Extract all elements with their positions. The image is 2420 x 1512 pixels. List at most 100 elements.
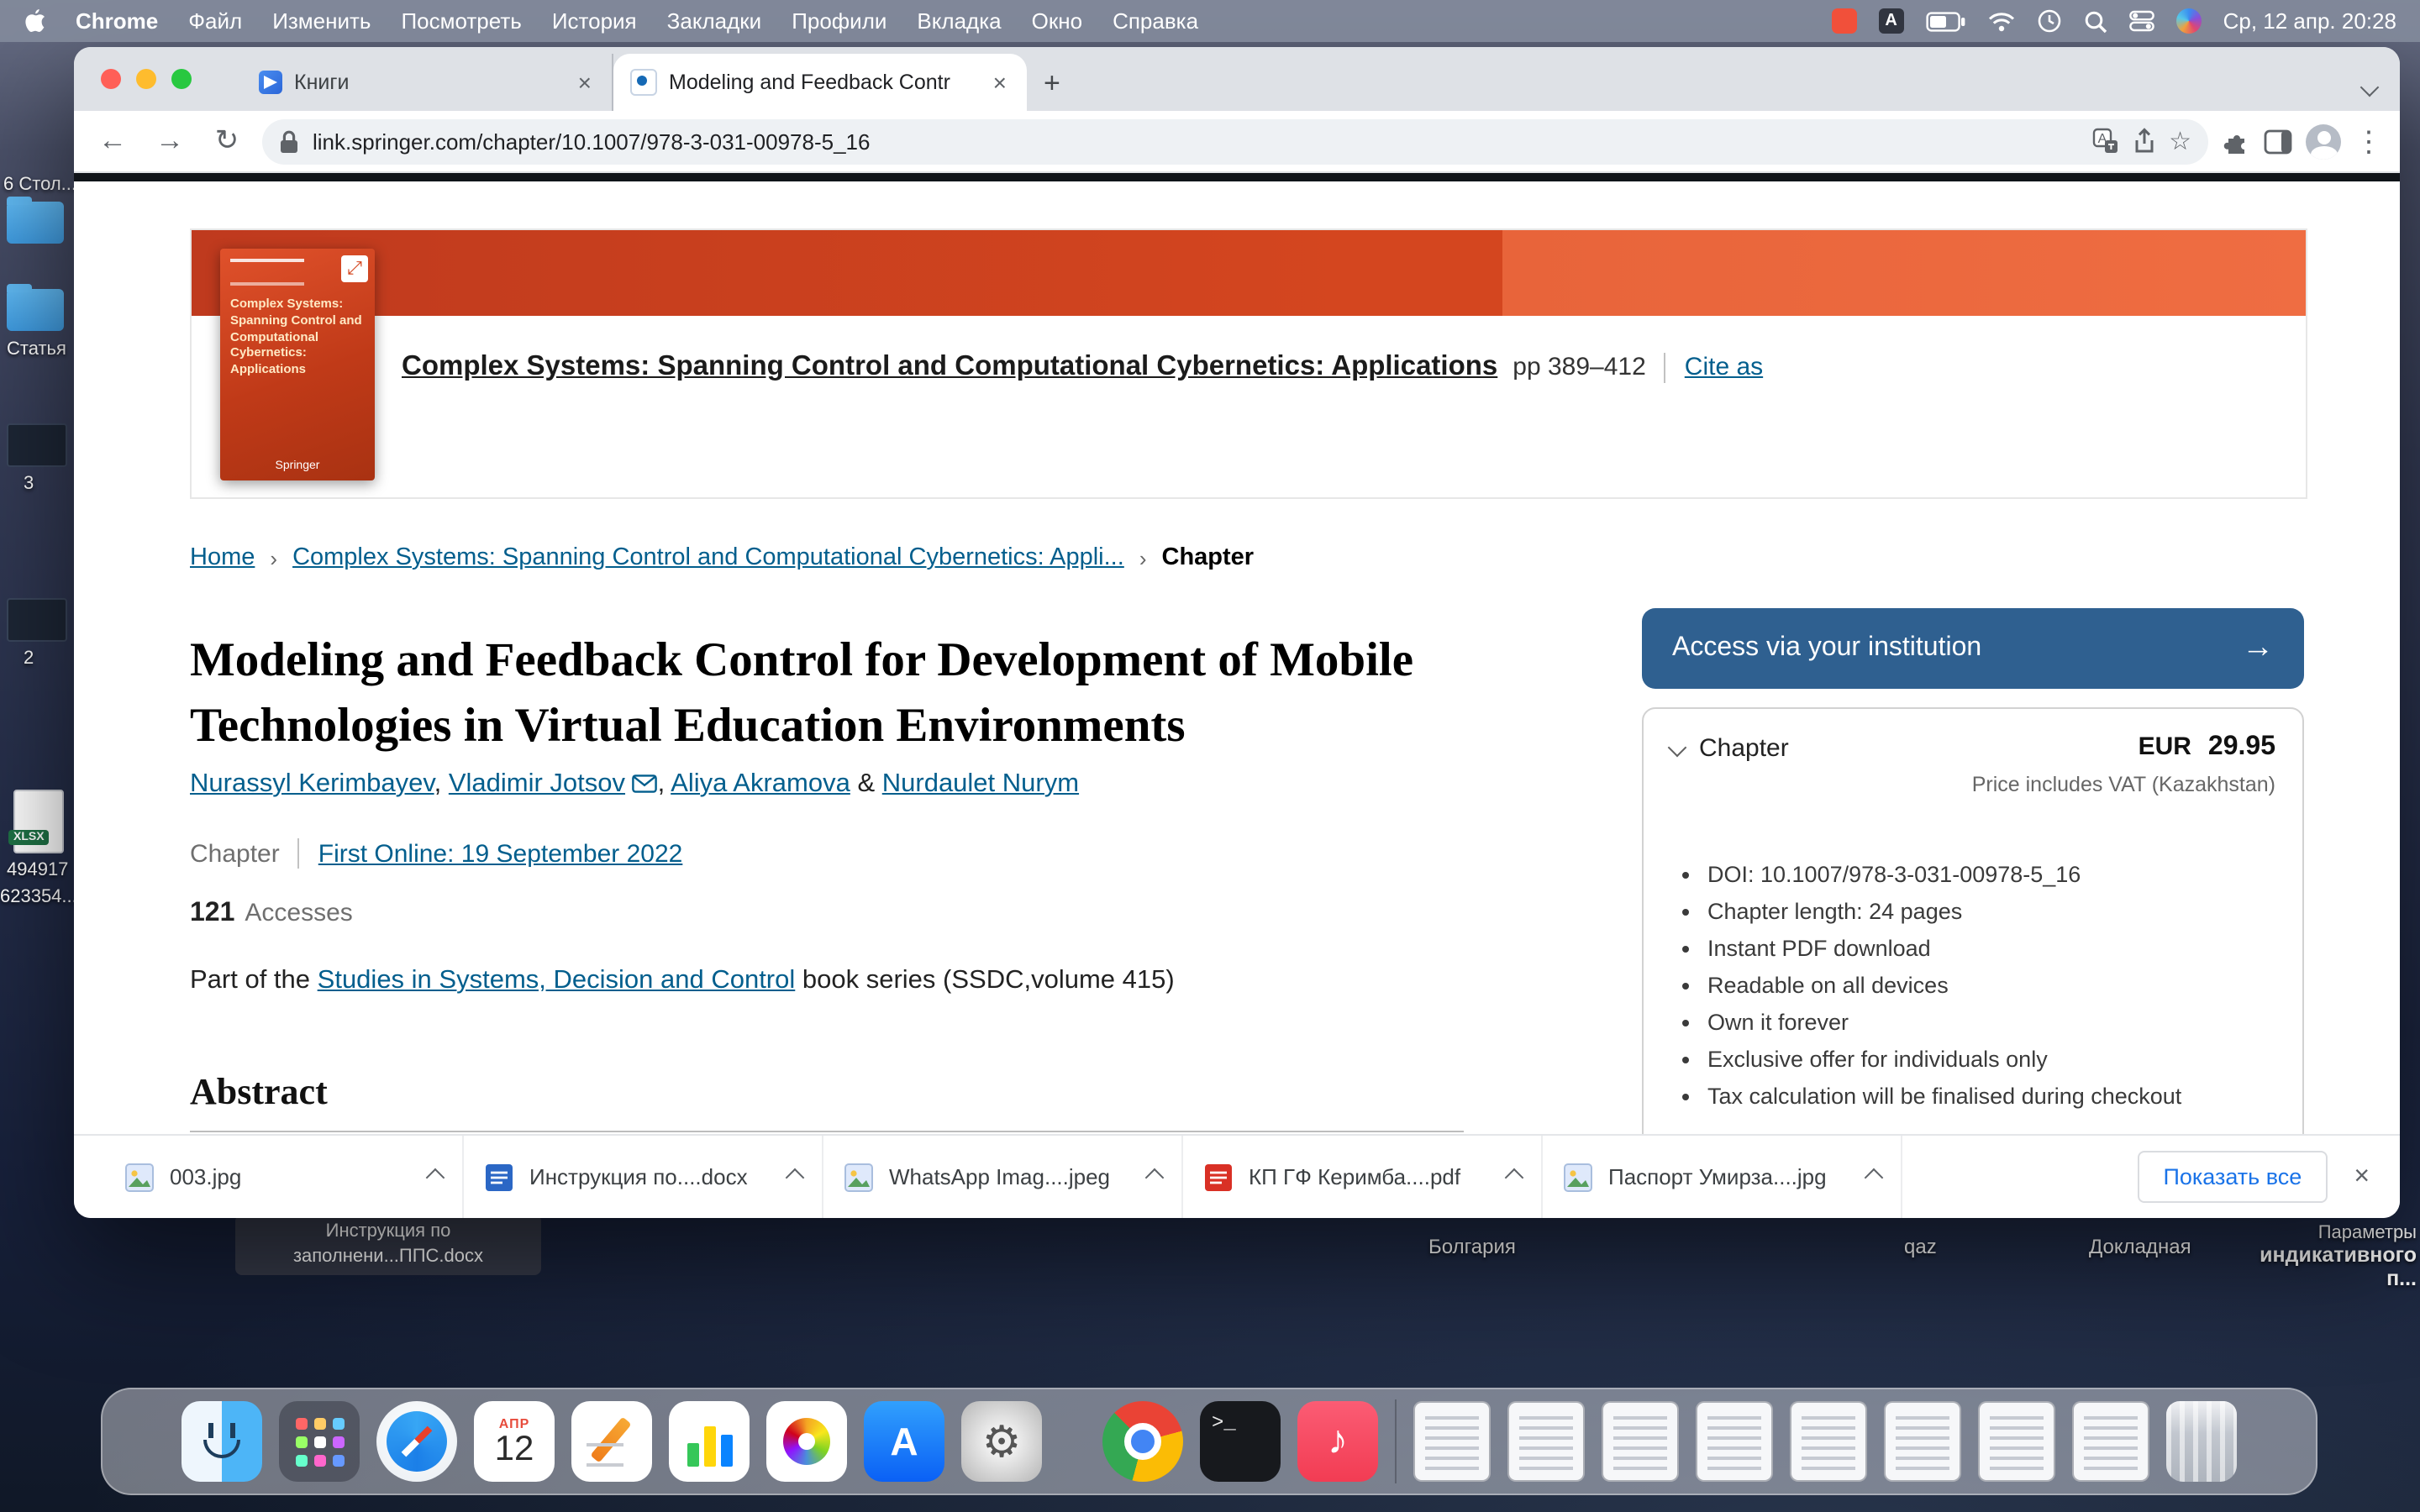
access-institution-button[interactable]: Access via your institution →: [1642, 608, 2304, 689]
book-title-link[interactable]: Complex Systems: Spanning Control and Co…: [402, 351, 1497, 383]
purchase-panel-header[interactable]: Chapter EUR29.95: [1670, 732, 2275, 763]
download-menu-chevron-icon[interactable]: [1865, 1168, 1884, 1187]
siri-icon[interactable]: [2176, 8, 2202, 34]
reload-button[interactable]: ↻: [205, 124, 249, 158]
time-machine-icon[interactable]: [2037, 8, 2062, 34]
first-online-link[interactable]: First Online: 19 September 2022: [318, 839, 683, 868]
desktop-file-label[interactable]: 494917: [7, 860, 68, 880]
terminal-dock-icon[interactable]: >_: [1200, 1401, 1281, 1482]
collapse-chevron-icon[interactable]: [1668, 738, 1687, 758]
download-menu-chevron-icon[interactable]: [1145, 1168, 1165, 1187]
folder-icon[interactable]: [7, 289, 64, 331]
menu-item-window[interactable]: Окно: [1032, 8, 1082, 34]
minimized-window-thumbnail[interactable]: [1507, 1401, 1585, 1482]
minimized-window-thumbnail[interactable]: [1790, 1401, 1867, 1482]
tab-books[interactable]: Книги ×: [242, 54, 613, 111]
finder-dock-icon[interactable]: [182, 1401, 262, 1482]
extensions-puzzle-icon[interactable]: [2222, 127, 2250, 155]
desktop-file-label[interactable]: Болгария: [1428, 1235, 1516, 1258]
control-center-icon[interactable]: [2129, 10, 2154, 32]
download-item[interactable]: WhatsApp Imag....jpeg: [823, 1136, 1183, 1218]
download-menu-chevron-icon[interactable]: [426, 1168, 445, 1187]
download-item[interactable]: Паспорт Умирза....jpg: [1543, 1136, 1902, 1218]
desktop-file-thumbnail[interactable]: [7, 598, 67, 642]
music-dock-icon[interactable]: ♪: [1297, 1401, 1378, 1482]
menu-app-name[interactable]: Chrome: [76, 8, 158, 34]
back-button[interactable]: ←: [91, 124, 134, 158]
spreadsheet-file-icon[interactable]: XLSX: [13, 790, 64, 853]
wifi-icon[interactable]: [1988, 11, 2015, 31]
desktop-file-label[interactable]: Инструкция по заполнени...ППС.docx: [235, 1215, 541, 1275]
new-tab-button[interactable]: +: [1044, 67, 1060, 101]
menu-clock[interactable]: Ср, 12 апр. 20:28: [2223, 8, 2396, 34]
menu-item-tab[interactable]: Вкладка: [917, 8, 1001, 34]
breadcrumb-home-link[interactable]: Home: [190, 544, 255, 571]
desktop-file-label[interactable]: 2: [24, 648, 34, 669]
lock-icon[interactable]: [279, 129, 299, 154]
share-icon[interactable]: [2132, 128, 2155, 155]
author-link[interactable]: Nurassyl Kerimbayev: [190, 769, 434, 798]
app-store-dock-icon[interactable]: A: [864, 1401, 944, 1482]
author-link[interactable]: Nurdaulet Nurym: [882, 769, 1079, 798]
minimized-window-thumbnail[interactable]: [1978, 1401, 2055, 1482]
browser-menu-icon[interactable]: ⋮: [2354, 127, 2383, 155]
bookmark-star-icon[interactable]: ☆: [2169, 129, 2191, 154]
pages-dock-icon[interactable]: [571, 1401, 652, 1482]
close-tab-icon[interactable]: ×: [990, 71, 1010, 94]
minimized-window-thumbnail[interactable]: [1413, 1401, 1491, 1482]
input-source-indicator[interactable]: A: [1879, 8, 1904, 34]
apple-logo-icon[interactable]: [24, 8, 45, 34]
close-downloads-bar-icon[interactable]: ×: [2354, 1162, 2370, 1192]
side-panel-icon[interactable]: [2264, 129, 2292, 154]
calendar-dock-icon[interactable]: АПР 12: [474, 1401, 555, 1482]
minimized-window-thumbnail[interactable]: [1884, 1401, 1961, 1482]
menu-item-profiles[interactable]: Профили: [792, 8, 886, 34]
desktop-file-label[interactable]: Статья: [7, 339, 66, 360]
series-link[interactable]: Studies in Systems, Decision and Control: [318, 966, 796, 995]
launchpad-dock-icon[interactable]: [279, 1401, 360, 1482]
translate-icon[interactable]: A: [2091, 128, 2118, 155]
forward-button[interactable]: →: [148, 124, 192, 158]
expand-cover-icon[interactable]: ⤢: [341, 255, 368, 282]
download-menu-chevron-icon[interactable]: [1505, 1168, 1524, 1187]
minimize-window-button[interactable]: [136, 69, 156, 89]
desktop-file-label[interactable]: Параметры индикативного п...: [2235, 1223, 2417, 1290]
cite-as-link[interactable]: Cite as: [1685, 353, 1763, 381]
email-icon[interactable]: [633, 774, 658, 793]
menu-item-help[interactable]: Справка: [1113, 8, 1198, 34]
book-cover[interactable]: Complex Systems: Spanning Control and Co…: [220, 249, 375, 480]
menu-item-view[interactable]: Посмотреть: [401, 8, 521, 34]
menu-item-edit[interactable]: Изменить: [272, 8, 371, 34]
download-item[interactable]: 003.jpg: [104, 1136, 464, 1218]
battery-icon[interactable]: [1926, 11, 1966, 31]
menu-item-bookmarks[interactable]: Закладки: [667, 8, 762, 34]
menu-item-file[interactable]: Файл: [188, 8, 242, 34]
minimized-window-thumbnail[interactable]: [2072, 1401, 2149, 1482]
settings-dock-icon[interactable]: ⚙: [961, 1401, 1042, 1482]
numbers-dock-icon[interactable]: [669, 1401, 750, 1482]
address-bar[interactable]: link.springer.com/chapter/10.1007/978-3-…: [262, 118, 2208, 164]
profile-avatar[interactable]: [2306, 123, 2341, 159]
safari-dock-icon[interactable]: [376, 1401, 457, 1482]
desktop-file-label[interactable]: Докладная: [2089, 1235, 2191, 1258]
download-item[interactable]: Инструкция по....docx: [464, 1136, 823, 1218]
desktop-file-label[interactable]: 6 Стол...: [3, 175, 76, 195]
photos-dock-icon[interactable]: [766, 1401, 847, 1482]
breadcrumb-book-link[interactable]: Complex Systems: Spanning Control and Co…: [292, 544, 1124, 571]
author-link[interactable]: Aliya Akramova: [671, 769, 850, 798]
minimized-window-thumbnail[interactable]: [1602, 1401, 1679, 1482]
tab-list-chevron-icon[interactable]: [2363, 72, 2376, 102]
minimized-window-thumbnail[interactable]: [1696, 1401, 1773, 1482]
desktop-file-label[interactable]: 3: [24, 474, 34, 494]
folder-icon[interactable]: [7, 202, 64, 244]
trash-dock-icon[interactable]: [2166, 1401, 2237, 1482]
zoom-window-button[interactable]: [171, 69, 192, 89]
recording-indicator-icon[interactable]: [1832, 8, 1857, 34]
close-tab-icon[interactable]: ×: [575, 71, 595, 94]
tab-current[interactable]: Modeling and Feedback Contr ×: [613, 54, 1027, 111]
author-link[interactable]: Vladimir Jotsov: [449, 769, 625, 798]
menu-item-history[interactable]: История: [552, 8, 637, 34]
download-item[interactable]: КП ГФ Керимба....pdf: [1183, 1136, 1543, 1218]
desktop-file-thumbnail[interactable]: [7, 423, 67, 467]
spotlight-search-icon[interactable]: [2084, 9, 2107, 33]
